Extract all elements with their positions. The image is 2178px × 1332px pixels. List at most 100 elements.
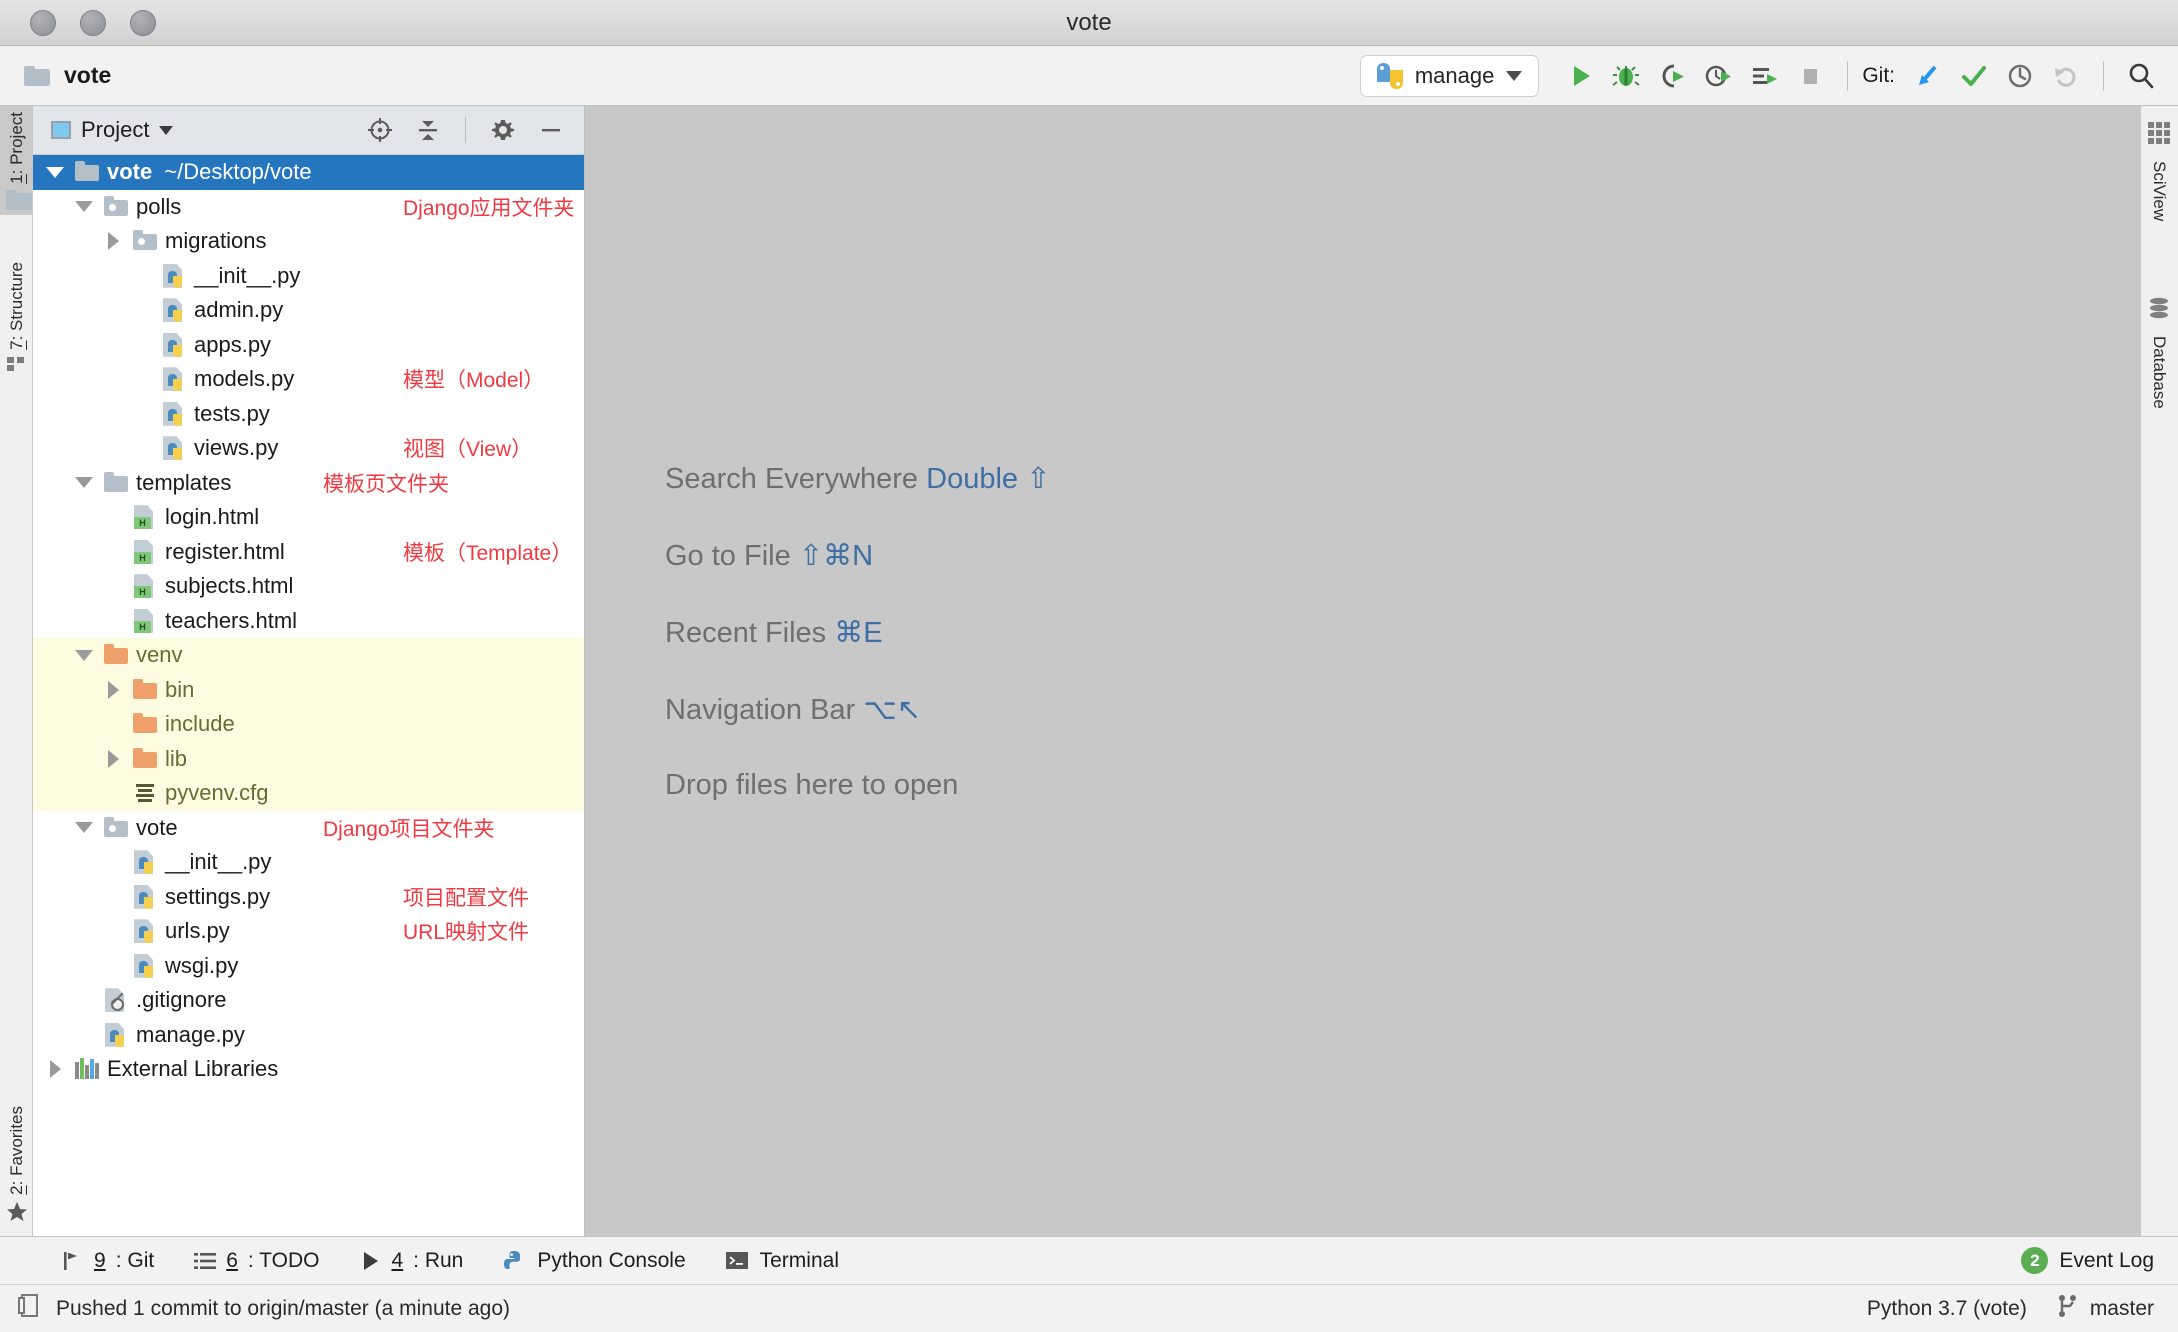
- bottom-tab[interactable]: Python Console: [503, 1249, 685, 1273]
- hide-panel-icon[interactable]: [532, 111, 570, 149]
- tree-row[interactable]: apps.py: [33, 328, 584, 363]
- zoom-button[interactable]: [130, 10, 156, 36]
- editor-hint: Navigation Bar ⌥↖: [665, 692, 1050, 727]
- tree-row[interactable]: include: [33, 707, 584, 742]
- chevron-right-icon[interactable]: [103, 231, 123, 251]
- tree-annotation: 项目配置文件: [403, 882, 529, 912]
- tree-row[interactable]: vote~/Desktop/vote: [33, 155, 584, 190]
- tree-row[interactable]: Hregister.html模板（Template）: [33, 535, 584, 570]
- run-button[interactable]: [1557, 54, 1603, 98]
- tree-row[interactable]: bin: [33, 673, 584, 708]
- right-tool-stripe: SciView Database: [2140, 106, 2178, 1236]
- tree-row[interactable]: tests.py: [33, 397, 584, 432]
- toolbar-divider-2: [2103, 61, 2104, 91]
- editor-empty-area[interactable]: Search Everywhere Double ⇧Go to File ⇧⌘N…: [585, 106, 2140, 1236]
- left-tool-stripe: 1: Project 7: Structure 2: Favorites: [0, 106, 33, 1236]
- tree-item-label: views.py: [194, 435, 278, 461]
- tree-row[interactable]: lib: [33, 742, 584, 777]
- run-list-button[interactable]: [1741, 54, 1787, 98]
- chevron-down-icon[interactable]: [159, 126, 173, 135]
- tree-row[interactable]: voteDjango项目文件夹: [33, 811, 584, 846]
- sidebar-item-favorites[interactable]: 2: Favorites: [0, 1100, 33, 1236]
- tree-row[interactable]: __init__.py: [33, 845, 584, 880]
- tree-row[interactable]: models.py模型（Model）: [33, 362, 584, 397]
- tree-twisty-spacer: [103, 921, 123, 941]
- tree-item-label: venv: [136, 642, 182, 668]
- profile-button[interactable]: [1695, 54, 1741, 98]
- run-configuration-selector[interactable]: manage: [1360, 55, 1540, 97]
- chevron-down-icon[interactable]: [74, 197, 94, 217]
- bottom-tab[interactable]: 9: Git: [62, 1249, 154, 1273]
- tree-row[interactable]: manage.py: [33, 1018, 584, 1053]
- search-icon[interactable]: [2118, 54, 2164, 98]
- chevron-right-icon[interactable]: [103, 749, 123, 769]
- tree-row[interactable]: templates模板页文件夹: [33, 466, 584, 501]
- tree-item-label: manage.py: [136, 1022, 245, 1048]
- python-icon: [1377, 63, 1403, 89]
- tree-twisty-spacer: [103, 783, 123, 803]
- sidebar-item-project[interactable]: 1: Project: [0, 106, 33, 215]
- history-button[interactable]: [1997, 54, 2043, 98]
- tree-row[interactable]: admin.py: [33, 293, 584, 328]
- tree-row[interactable]: wsgi.py: [33, 949, 584, 984]
- chevron-right-icon[interactable]: [103, 680, 123, 700]
- config-file-icon: [132, 781, 158, 805]
- tree-row[interactable]: External Libraries: [33, 1052, 584, 1087]
- python-file-icon: [132, 919, 158, 943]
- tree-row[interactable]: views.py视图（View）: [33, 431, 584, 466]
- run-with-coverage-button[interactable]: [1649, 54, 1695, 98]
- bottom-tab[interactable]: 4: Run: [359, 1249, 463, 1273]
- update-project-button[interactable]: [1905, 54, 1951, 98]
- stop-button[interactable]: [1787, 54, 1833, 98]
- tree-twisty-spacer: [103, 956, 123, 976]
- project-tree[interactable]: vote~/Desktop/votepollsDjango应用文件夹migrat…: [33, 155, 584, 1236]
- chevron-down-icon[interactable]: [45, 162, 65, 182]
- sidebar-item-sciview[interactable]: SciView: [2140, 116, 2178, 227]
- tree-annotation: Django应用文件夹: [403, 192, 575, 222]
- chevron-down-icon[interactable]: [74, 645, 94, 665]
- collapse-all-icon[interactable]: [409, 111, 447, 149]
- window-title-bar: vote: [0, 0, 2178, 46]
- tree-row[interactable]: Hteachers.html: [33, 604, 584, 639]
- commit-button[interactable]: [1951, 54, 1997, 98]
- left-tab-favorites-label: : Favorites: [7, 1106, 26, 1185]
- branch-indicator[interactable]: master: [2057, 1294, 2154, 1324]
- tree-row[interactable]: migrations: [33, 224, 584, 259]
- status-message-icon: [18, 1293, 42, 1325]
- orange-folder-icon: [132, 678, 158, 702]
- tree-twisty-spacer: [74, 990, 94, 1010]
- tree-twisty-spacer: [103, 542, 123, 562]
- tree-row[interactable]: settings.py 项目配置文件: [33, 880, 584, 915]
- module-folder-icon: [132, 229, 158, 253]
- sidebar-item-structure[interactable]: 7: Structure: [0, 256, 33, 385]
- tree-row[interactable]: pyvenv.cfg: [33, 776, 584, 811]
- chevron-down-icon[interactable]: [74, 473, 94, 493]
- rollback-button[interactable]: [2043, 54, 2089, 98]
- sidebar-item-database[interactable]: Database: [2140, 291, 2178, 415]
- debug-button[interactable]: [1603, 54, 1649, 98]
- event-log-button[interactable]: 2Event Log: [2021, 1247, 2154, 1274]
- chevron-down-icon[interactable]: [74, 818, 94, 838]
- tree-row[interactable]: __init__.py: [33, 259, 584, 294]
- tree-row[interactable]: urls.pyURL映射文件: [33, 914, 584, 949]
- settings-gear-icon[interactable]: [484, 111, 522, 149]
- tree-item-label: templates: [136, 470, 231, 496]
- editor-hint-text: Recent Files: [665, 617, 834, 649]
- tree-row[interactable]: Hlogin.html: [33, 500, 584, 535]
- tree-item-label: settings.py: [165, 884, 270, 910]
- interpreter-indicator[interactable]: Python 3.7 (vote): [1867, 1297, 2027, 1321]
- minimize-button[interactable]: [80, 10, 106, 36]
- tree-row[interactable]: .gitignore: [33, 983, 584, 1018]
- tree-row[interactable]: Hsubjects.html: [33, 569, 584, 604]
- chevron-right-icon[interactable]: [45, 1059, 65, 1079]
- bottom-tab[interactable]: 6: TODO: [194, 1249, 319, 1273]
- tree-item-label: vote: [136, 815, 178, 841]
- bottom-tab[interactable]: Terminal: [726, 1249, 839, 1273]
- close-button[interactable]: [30, 10, 56, 36]
- tree-row[interactable]: venv: [33, 638, 584, 673]
- editor-hint-shortcut: ⌘E: [834, 617, 882, 649]
- tree-row[interactable]: pollsDjango应用文件夹: [33, 190, 584, 225]
- orange-folder-icon: [132, 747, 158, 771]
- select-opened-file-icon[interactable]: [361, 111, 399, 149]
- tree-item-label: .gitignore: [136, 987, 227, 1013]
